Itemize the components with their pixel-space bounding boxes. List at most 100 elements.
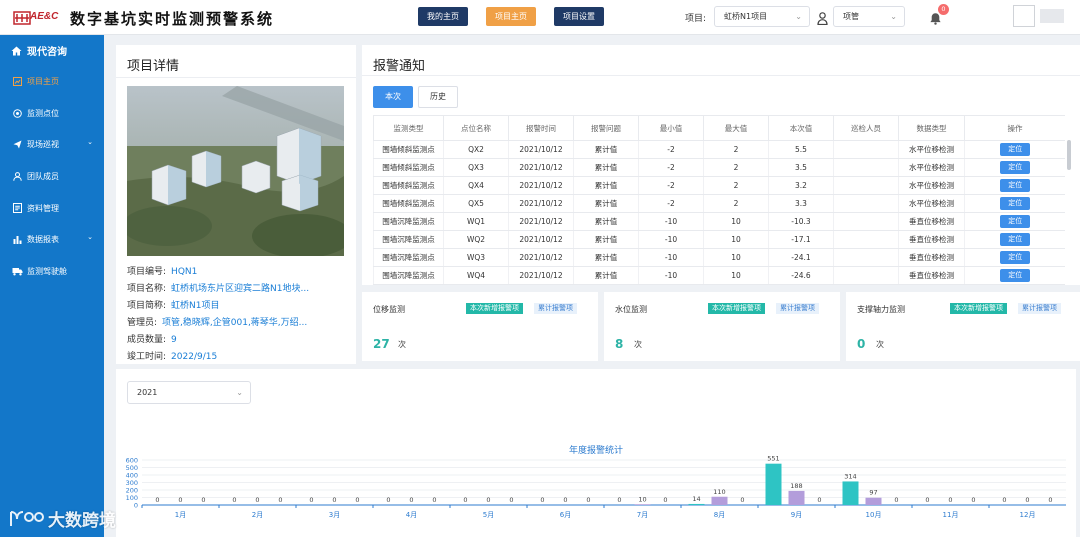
locate-button[interactable]: 定位: [1000, 233, 1031, 246]
cumulative-alarm-tag[interactable]: 累计报警项: [776, 303, 819, 314]
notification-badge: 0: [938, 4, 949, 15]
bar-value-label: 0: [178, 496, 182, 504]
column-header: 数据类型: [898, 115, 965, 141]
sidebar-item-project-home[interactable]: 项目主页: [0, 71, 104, 91]
table-cell: 2: [703, 140, 769, 159]
avatar[interactable]: [1013, 5, 1035, 27]
sidebar-item-cockpit[interactable]: 监测驾驶舱: [0, 261, 104, 281]
table-cell: 3.2: [768, 176, 834, 195]
locate-button[interactable]: 定位: [1000, 179, 1031, 192]
bar-value-label: 0: [817, 496, 821, 504]
project-field-name: 项目名称: 虹桥机场东片区迎宾二路N1地块...: [127, 284, 310, 294]
locate-button[interactable]: 定位: [1000, 269, 1031, 282]
table-row: 围墙沉降监测点 WQ4 2021/10/12 累计值 -10 10 -24.6 垂直位移检测 定…: [373, 266, 1065, 285]
locate-button[interactable]: 定位: [1000, 143, 1031, 156]
table-cell: 2021/10/12: [508, 212, 574, 231]
table-cell: [833, 176, 899, 195]
sidebar-item-site-patrol[interactable]: 现场巡视 ⌄: [0, 134, 104, 154]
alarm-table: 监测类型 点位名称 报警时间 报警问题 最小值 最大值 本次值 巡检人员 数据类…: [373, 115, 1065, 285]
stat-unit: 次: [876, 340, 884, 349]
table-cell: 累计值: [573, 266, 639, 285]
tab-project-settings[interactable]: 项目设置: [554, 7, 604, 26]
table-cell: 定位: [964, 212, 1065, 231]
table-cell: 2021/10/12: [508, 230, 574, 249]
table-cell: 2021/10/12: [508, 158, 574, 177]
role-select-value: 项管: [843, 12, 859, 21]
table-cell: 2: [703, 158, 769, 177]
table-cell: 围墙沉降监测点: [373, 212, 444, 231]
table-cell: 定位: [964, 266, 1065, 285]
table-cell: [833, 194, 899, 213]
sidebar-title: 现代咨询: [27, 47, 67, 58]
chart-bar: [865, 497, 882, 505]
sidebar-item-team[interactable]: 团队成员: [0, 166, 104, 186]
locate-button[interactable]: 定位: [1000, 215, 1031, 228]
new-alarm-tag[interactable]: 本次新增报警项: [950, 303, 1007, 314]
sidebar-item-label: 数据报表: [27, 234, 59, 244]
bar-value-label: 0: [278, 496, 282, 504]
cumulative-alarm-tag[interactable]: 累计报警项: [534, 303, 577, 314]
table-scrollbar[interactable]: [1067, 140, 1071, 170]
locate-button[interactable]: 定位: [1000, 197, 1031, 210]
table-cell: 垂直位移检测: [898, 266, 965, 285]
table-cell: 累计值: [573, 212, 639, 231]
project-field-code: 项目编号: HQN1: [127, 267, 198, 277]
tab-history[interactable]: 历史: [418, 86, 458, 108]
chart-bar: [634, 504, 651, 505]
chart-icon: [11, 76, 23, 86]
column-header: 报警时间: [508, 115, 574, 141]
table-cell: 10: [703, 266, 769, 285]
bar-value-label: 314: [844, 472, 856, 480]
sidebar-item-label: 监测点位: [27, 108, 59, 118]
tab-project-home[interactable]: 项目主页: [486, 7, 536, 26]
bar-value-label: 0: [894, 496, 898, 504]
sidebar-item-label: 监测驾驶舱: [27, 266, 67, 276]
panel-divider: [362, 75, 1080, 76]
table-cell: 2: [703, 194, 769, 213]
tab-current[interactable]: 本次: [373, 86, 413, 108]
x-tick-label: 10月: [866, 511, 882, 519]
cumulative-alarm-tag[interactable]: 累计报警项: [1018, 303, 1061, 314]
year-select[interactable]: 2021 ⌄: [127, 381, 251, 404]
role-select[interactable]: 项管 ⌄: [833, 6, 905, 27]
table-cell: 围墙倾斜监测点: [373, 158, 444, 177]
send-icon: [11, 140, 23, 149]
project-select[interactable]: 虹桥N1项目 ⌄: [714, 6, 810, 27]
table-cell: 2: [703, 176, 769, 195]
bar-value-label: 10: [638, 495, 646, 503]
x-tick-label: 1月: [175, 511, 186, 519]
chart-bar: [688, 503, 705, 505]
table-cell: WQ4: [443, 266, 509, 285]
table-cell: -10.3: [768, 212, 834, 231]
table-cell: -2: [638, 140, 704, 159]
bar-value-label: 0: [201, 496, 205, 504]
table-cell: 定位: [964, 230, 1065, 249]
table-cell: 水平位移检测: [898, 140, 965, 159]
locate-button[interactable]: 定位: [1000, 161, 1031, 174]
bar-value-label: 551: [767, 455, 779, 463]
locate-button[interactable]: 定位: [1000, 251, 1031, 264]
sidebar-item-monitor-points[interactable]: 监测点位: [0, 103, 104, 123]
watermark-logo-icon: [8, 508, 46, 530]
new-alarm-tag[interactable]: 本次新增报警项: [708, 303, 765, 314]
table-row: 围墙倾斜监测点 QX3 2021/10/12 累计值 -2 2 3.5 水平位移检测 定位: [373, 158, 1065, 177]
new-alarm-tag[interactable]: 本次新增报警项: [466, 303, 523, 314]
column-header: 本次值: [768, 115, 834, 141]
sidebar-item-documents[interactable]: 资料管理: [0, 198, 104, 218]
project-field-completion-date: 竣工时间: 2022/9/15: [127, 352, 218, 362]
document-icon: [11, 203, 23, 213]
bar-value-label: 0: [255, 496, 259, 504]
table-cell: 垂直位移检测: [898, 212, 965, 231]
bar-value-label: 0: [971, 496, 975, 504]
table-cell: QX2: [443, 140, 509, 159]
x-tick-label: 3月: [329, 511, 340, 519]
sidebar-item-reports[interactable]: 数据报表 ⌄: [0, 229, 104, 249]
table-cell: 累计值: [573, 158, 639, 177]
tab-my-home[interactable]: 我的主页: [418, 7, 468, 26]
table-cell: [833, 248, 899, 267]
table-cell: [833, 212, 899, 231]
table-cell: 累计值: [573, 230, 639, 249]
table-cell: -2: [638, 158, 704, 177]
x-tick-label: 5月: [483, 511, 494, 519]
displacement-stat-card: 位移监测 本次新增报警项 累计报警项 27 次: [362, 292, 598, 361]
